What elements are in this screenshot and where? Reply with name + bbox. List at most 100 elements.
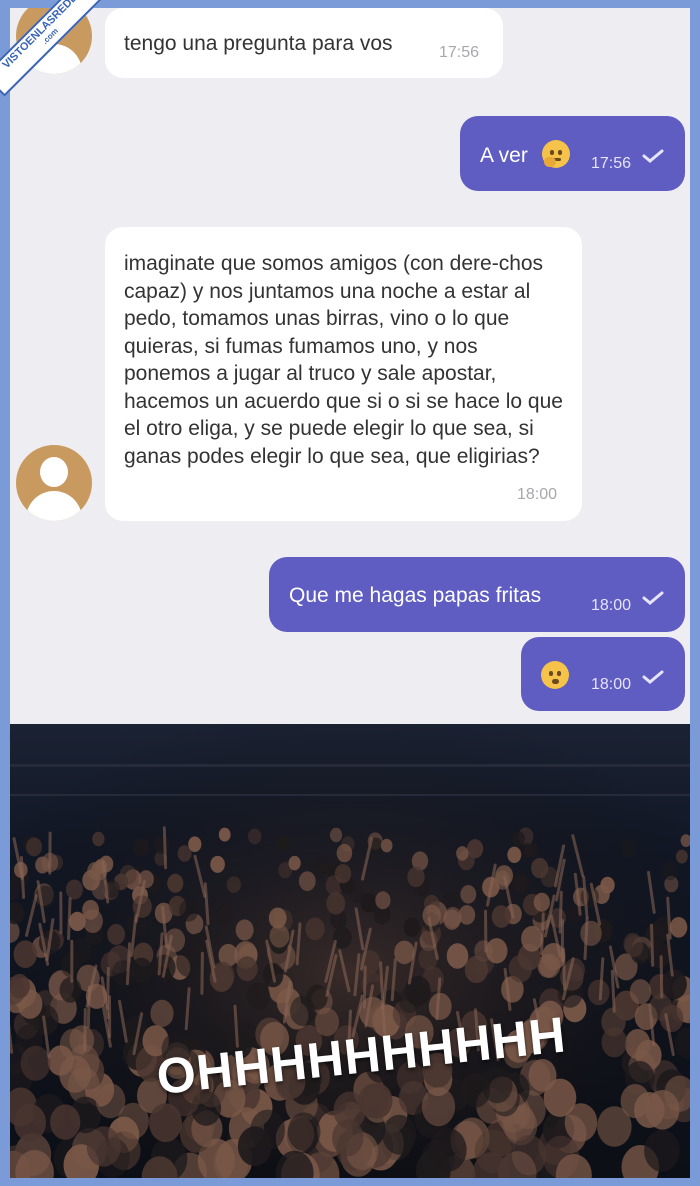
message-time: 18:00	[517, 486, 558, 503]
crowd-head-shape	[298, 871, 316, 891]
sent-check-icon	[642, 149, 664, 163]
raised-arm-shape	[86, 985, 91, 1029]
raised-arm-shape	[610, 969, 616, 1013]
crowd-head-shape	[485, 938, 508, 964]
message-text: tengo una pregunta para vos	[124, 32, 393, 55]
outgoing-message-bubble[interactable]: 18:00	[521, 637, 685, 711]
sent-check-icon	[642, 591, 664, 605]
crowd-head-shape	[507, 846, 522, 863]
crowd-head-shape	[216, 904, 233, 925]
crowd-head-shape	[179, 899, 199, 922]
crowd-head-shape	[394, 940, 415, 965]
raised-arm-shape	[540, 912, 545, 956]
raised-arm-shape	[362, 965, 367, 1009]
crowd-head-shape	[587, 979, 610, 1006]
crowd-head-shape	[564, 1103, 598, 1142]
contact-avatar[interactable]	[16, 445, 92, 521]
raised-arm-shape	[83, 1008, 87, 1051]
crowd-head-shape	[531, 857, 549, 879]
crowd-head-shape	[428, 992, 452, 1020]
crowd-head-shape	[661, 969, 687, 1000]
hushed-face-emoji	[541, 661, 569, 689]
raised-arm-shape	[67, 897, 72, 941]
crowd-head-shape	[330, 827, 343, 843]
crowd-head-shape	[661, 860, 679, 881]
crowd-head-shape	[375, 891, 391, 910]
crowd-head-shape	[65, 879, 83, 900]
raised-arm-shape	[562, 947, 566, 991]
crowd-head-shape	[13, 940, 37, 968]
crowd-head-shape	[305, 917, 325, 941]
crowd-head-shape	[288, 855, 301, 871]
outgoing-message-bubble[interactable]: A ver 17:56	[460, 116, 685, 191]
raised-arm-shape	[200, 951, 204, 995]
crowd-head-shape	[362, 1083, 393, 1119]
crowd-head-shape	[659, 1004, 684, 1033]
crowd-head-shape	[59, 1055, 91, 1093]
crowd-head-shape	[82, 909, 103, 933]
raised-arm-shape	[162, 826, 168, 870]
crowd-head-shape	[520, 842, 534, 858]
crowd-head-shape	[422, 904, 441, 927]
crowd-head-shape	[150, 999, 174, 1027]
message-time: 18:00	[591, 597, 632, 614]
crowd-head-shape	[138, 870, 154, 889]
crowd-head-shape	[112, 960, 134, 986]
crowd-head-shape	[336, 843, 353, 863]
crowd-head-shape	[276, 834, 290, 851]
crowd-head-shape	[456, 846, 469, 861]
crowd-head-shape	[14, 1103, 46, 1142]
crowd-head-shape	[326, 892, 346, 915]
crowd-head-shape	[624, 935, 644, 958]
crowd-head-shape	[26, 837, 43, 857]
crowd-head-shape	[481, 1067, 513, 1104]
crowd-head-shape	[246, 982, 271, 1010]
crowd-head-shape	[460, 885, 477, 904]
crowd-head-shape	[289, 995, 316, 1027]
incoming-message-bubble[interactable]: tengo una pregunta para vos 17:56	[105, 8, 503, 78]
crowd-head-shape	[250, 1109, 285, 1151]
crowd-head-shape	[287, 1112, 321, 1151]
crowd-head-shape	[92, 831, 105, 847]
message-text: imaginate que somos amigos (con dere-cho…	[124, 252, 563, 468]
crowd-head-shape	[521, 925, 543, 952]
crowd-photo	[10, 724, 690, 1178]
crowd-head-shape	[467, 839, 484, 859]
crowd-head-shape	[601, 1027, 628, 1058]
crowd-head-shape	[676, 849, 688, 864]
crowd-head-shape	[210, 855, 225, 873]
crowd-head-shape	[236, 956, 258, 982]
sent-check-icon	[642, 670, 664, 684]
crowd-head-shape	[644, 1129, 680, 1172]
crowd-head-shape	[86, 1126, 121, 1167]
message-time: 18:00	[591, 676, 632, 693]
message-time: 17:56	[439, 44, 480, 61]
crowd-head-shape	[645, 1090, 680, 1130]
crowd-head-shape	[443, 906, 462, 928]
incoming-message-bubble[interactable]: imaginate que somos amigos (con dere-cho…	[105, 227, 582, 521]
crowd-illustration	[10, 724, 690, 1178]
crowd-head-shape	[119, 864, 137, 886]
crowd-head-shape	[349, 884, 365, 904]
crowd-head-shape	[511, 831, 525, 847]
crowd-head-shape	[95, 1083, 126, 1119]
message-text: A ver	[480, 144, 528, 167]
crowd-head-shape	[624, 1029, 651, 1060]
chat-view: tengo una pregunta para vos 17:56 A ver …	[10, 8, 690, 722]
message-text: Que me hagas papas fritas	[289, 584, 542, 607]
crowd-head-shape	[334, 864, 352, 884]
crowd-head-shape	[59, 1028, 87, 1061]
crowd-head-shape	[495, 865, 513, 886]
crowd-head-shape	[315, 857, 329, 873]
crowd-head-shape	[133, 838, 149, 857]
crowd-head-shape	[248, 828, 262, 845]
crowd-head-shape	[269, 924, 290, 948]
crowd-head-shape	[154, 835, 170, 854]
crowd-head-shape	[20, 1045, 51, 1081]
crowd-head-shape	[513, 875, 528, 893]
crowd-head-shape	[87, 862, 103, 880]
crowd-head-shape	[421, 1087, 456, 1127]
crowd-head-shape	[669, 917, 688, 938]
outgoing-message-bubble[interactable]: Que me hagas papas fritas 18:00	[269, 557, 685, 632]
crowd-head-shape	[491, 905, 511, 928]
